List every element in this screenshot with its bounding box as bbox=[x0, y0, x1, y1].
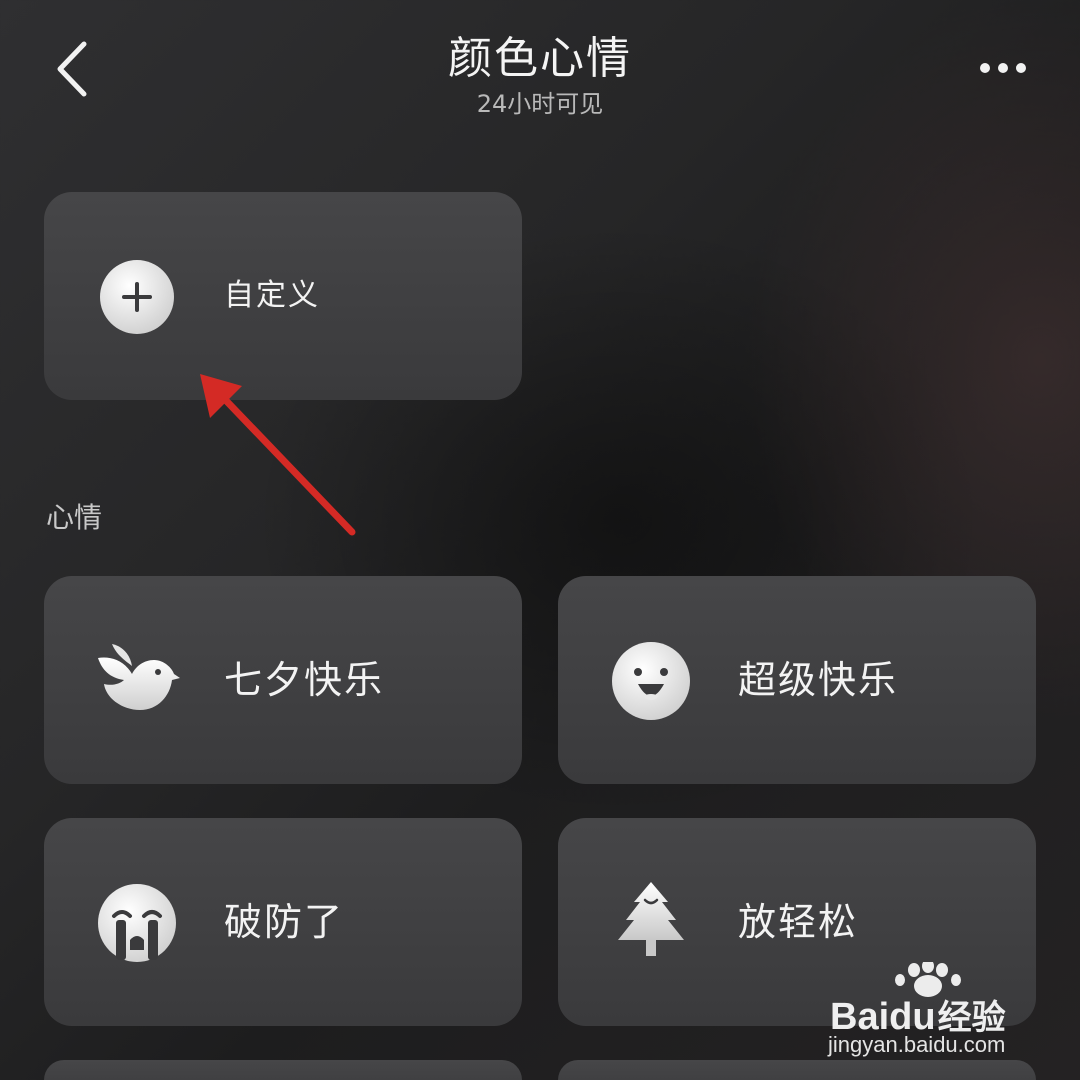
mood-label: 七夕快乐 bbox=[224, 658, 385, 702]
mood-card-qixi[interactable]: 七夕快乐 bbox=[44, 576, 522, 784]
mood-label: 超级快乐 bbox=[738, 658, 899, 702]
watermark-url: jingyan.baidu.com bbox=[828, 1032, 1006, 1057]
bird-icon bbox=[98, 644, 180, 710]
mood-card-broken[interactable]: 破防了 bbox=[44, 818, 522, 1026]
mood-label: 破防了 bbox=[224, 900, 345, 944]
more-button[interactable] bbox=[972, 50, 1034, 86]
annotation-arrow bbox=[200, 374, 356, 536]
page-title: 颜色心情 bbox=[448, 33, 632, 84]
mood-card-partial[interactable] bbox=[558, 1060, 1036, 1080]
laughing-face-icon bbox=[612, 642, 690, 720]
page-subtitle: 24小时可见 bbox=[476, 90, 604, 118]
more-horizontal-icon bbox=[980, 63, 1026, 73]
mood-card-super-happy[interactable]: 超级快乐 bbox=[558, 576, 1036, 784]
tree-icon bbox=[618, 882, 684, 956]
plus-circle-icon bbox=[100, 260, 174, 334]
section-title: 心情 bbox=[46, 501, 103, 534]
crying-face-icon bbox=[98, 884, 176, 962]
mood-card-partial[interactable] bbox=[44, 1060, 522, 1080]
